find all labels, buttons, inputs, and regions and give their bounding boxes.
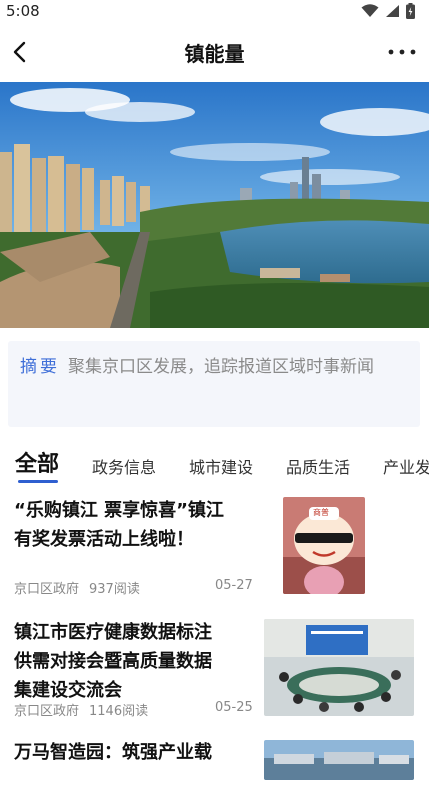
summary-label: 摘要 xyxy=(20,357,60,377)
active-tab-indicator xyxy=(18,480,58,483)
article-thumbnail xyxy=(264,619,414,716)
tab-all[interactable]: 全部 xyxy=(15,446,59,478)
tab-government-info[interactable]: 政务信息 xyxy=(92,454,156,478)
signal-icon xyxy=(386,5,399,17)
thumbnail-badge: 商普 xyxy=(313,508,329,517)
article-reads: 1146阅读 xyxy=(89,704,149,719)
category-tabs: 全部 政务信息 城市建设 品质生活 产业发 xyxy=(0,440,429,487)
article-date: 05-27 xyxy=(215,578,253,593)
summary-box: 摘要 聚集京口区发展，追踪报道区域时事新闻 xyxy=(8,341,420,427)
article-title-line: 有奖发票活动上线啦！ xyxy=(14,529,194,550)
article-source: 京口区政府 xyxy=(14,582,80,597)
article-meta: 京口区政府 937阅读 xyxy=(14,578,150,597)
article-title-line: 万马智造园：筑强产业载 xyxy=(14,742,212,763)
city-skyline-photo xyxy=(0,82,429,328)
article-title-line: “乐购镇江 票享惊喜”镇江 xyxy=(14,500,224,521)
article-title-line: 镇江市医疗健康数据标注 xyxy=(14,622,212,643)
article-reads: 937阅读 xyxy=(89,582,140,597)
article-title: 镇江市医疗健康数据标注 供需对接会暨高质量数据 集建设交流会 xyxy=(14,618,254,705)
summary-content: 摘要 聚集京口区发展，追踪报道区域时事新闻 xyxy=(20,353,410,381)
more-dots-icon xyxy=(388,49,416,55)
status-bar: 5:08 xyxy=(0,0,429,24)
article-date: 05-25 xyxy=(215,700,253,715)
tab-city-construction[interactable]: 城市建设 xyxy=(189,454,253,478)
more-options-button[interactable] xyxy=(387,42,417,62)
tab-industry[interactable]: 产业发 xyxy=(383,454,429,478)
news-list-item[interactable]: 镇江市医疗健康数据标注 供需对接会暨高质量数据 集建设交流会 京口区政府 1146… xyxy=(0,606,429,729)
wifi-icon xyxy=(361,4,379,17)
status-icons xyxy=(361,3,415,19)
industrial-park-photo xyxy=(264,740,414,780)
article-thumbnail: 商普 xyxy=(283,497,365,594)
tab-quality-life[interactable]: 品质生活 xyxy=(286,454,350,478)
banner-image xyxy=(0,82,429,328)
page-title: 镇能量 xyxy=(184,42,245,66)
news-list-item[interactable]: “乐购镇江 票享惊喜”镇江 有奖发票活动上线啦！ 京口区政府 937阅读 05-2… xyxy=(0,486,429,607)
news-list-item[interactable]: 万马智造园：筑强产业载 xyxy=(0,728,429,788)
article-meta: 京口区政府 1146阅读 xyxy=(14,700,158,719)
article-title: “乐购镇江 票享惊喜”镇江 有奖发票活动上线啦！ xyxy=(14,496,254,554)
meeting-room-photo xyxy=(264,619,414,716)
article-title: 万马智造园：筑强产业载 xyxy=(14,738,254,767)
article-source: 京口区政府 xyxy=(14,704,80,719)
top-nav-bar: 镇能量 xyxy=(0,24,429,80)
article-title-line: 供需对接会暨高质量数据 xyxy=(14,651,212,672)
battery-icon xyxy=(406,3,415,19)
article-thumbnail xyxy=(264,740,414,780)
summary-text: 聚集京口区发展，追踪报道区域时事新闻 xyxy=(68,357,374,377)
status-time: 5:08 xyxy=(6,2,40,20)
